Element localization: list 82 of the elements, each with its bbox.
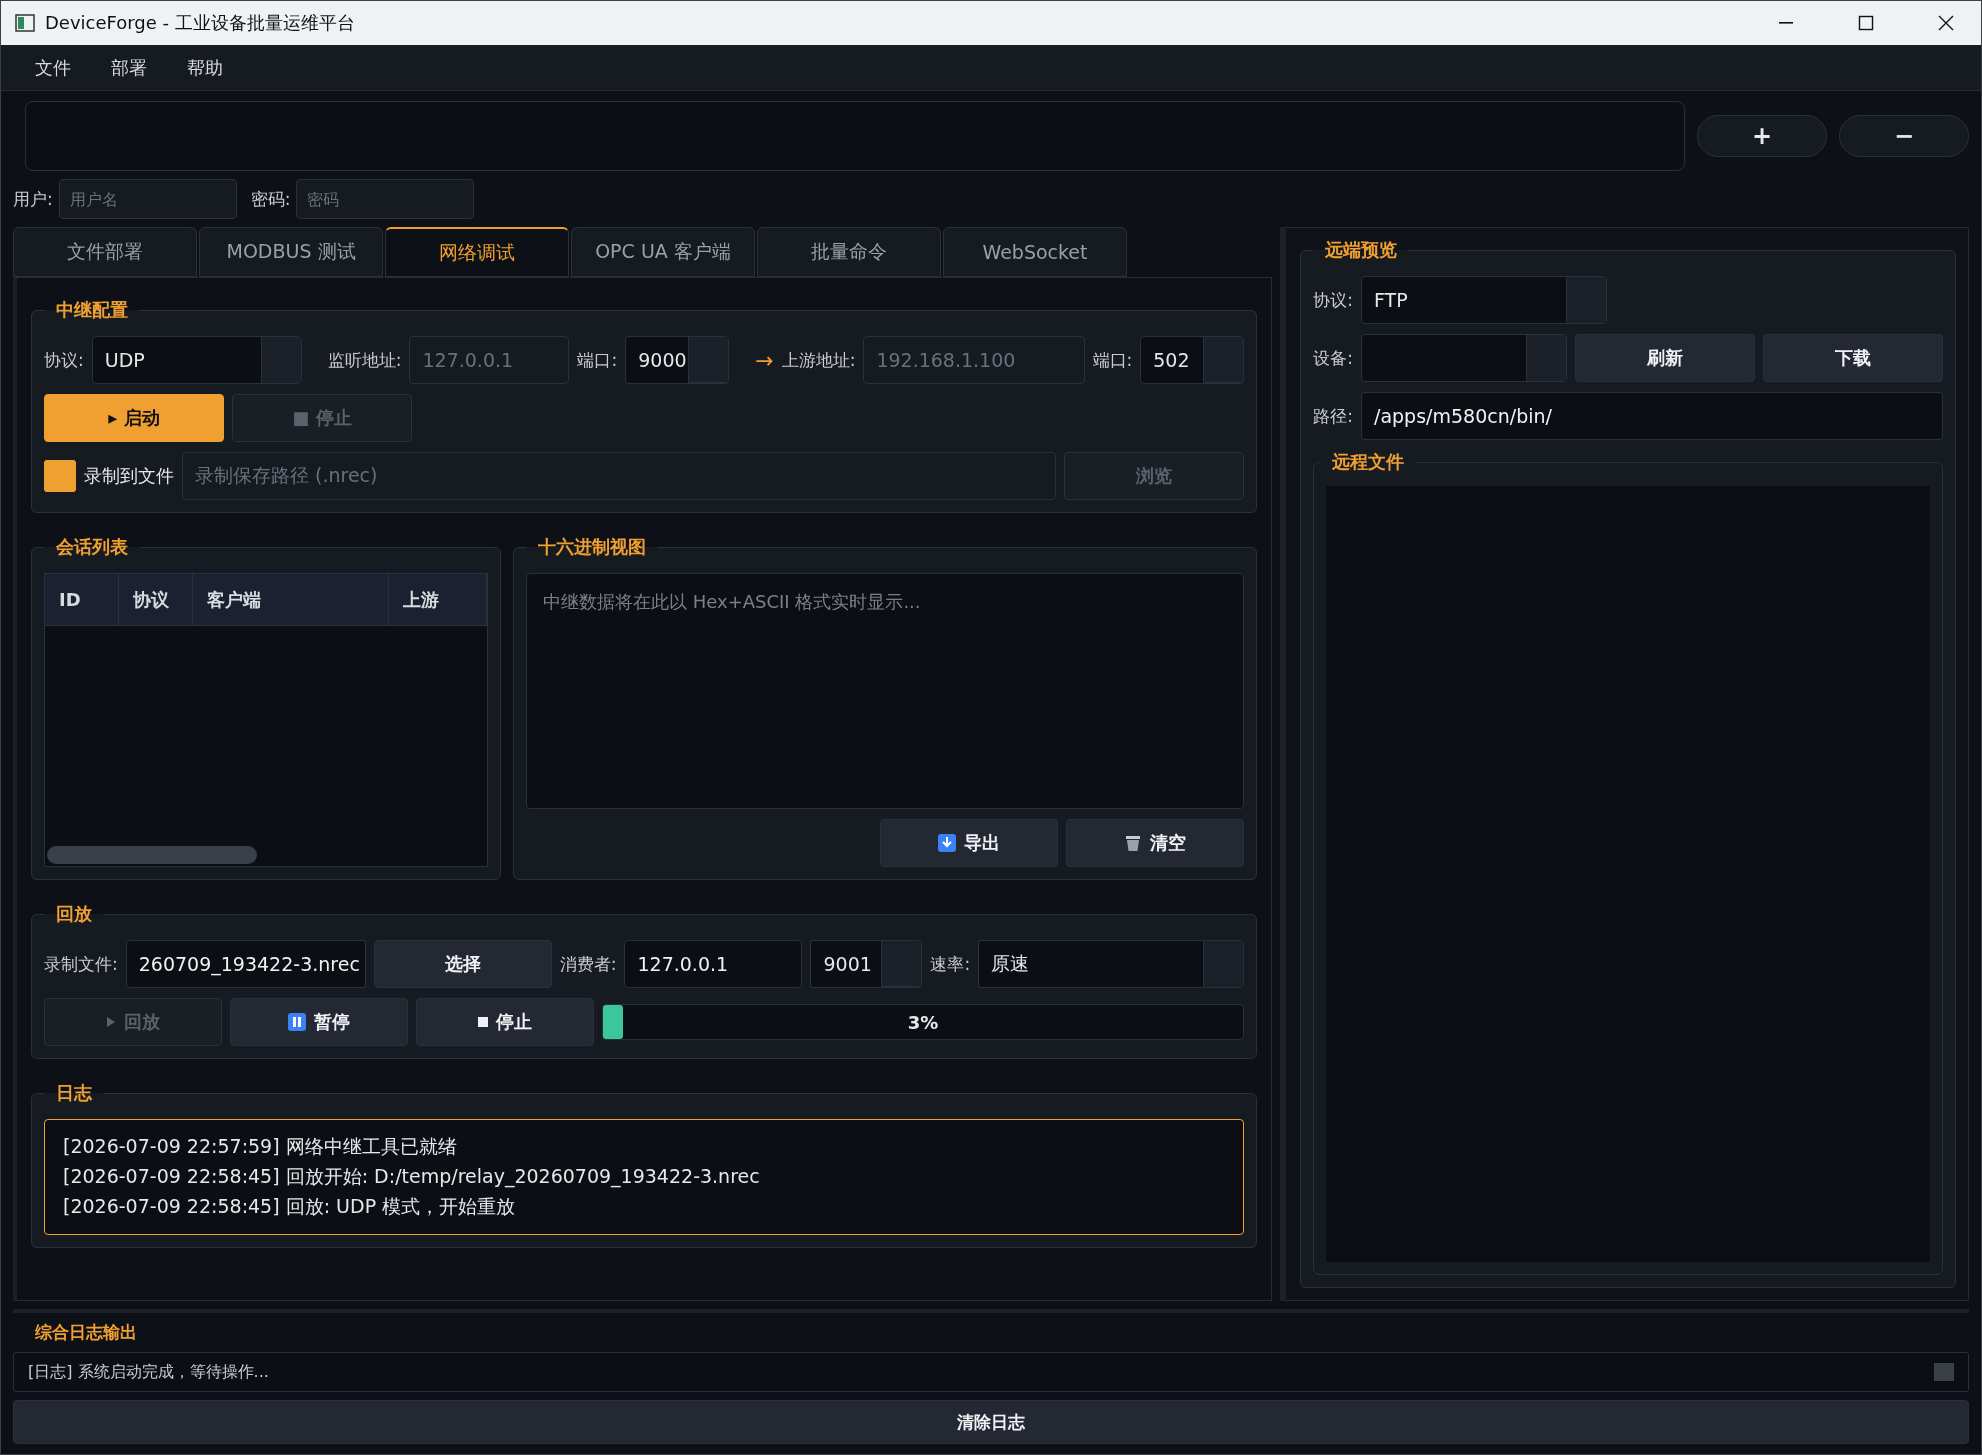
address-field[interactable]: 192.168.1.100 xyxy=(863,336,1085,384)
field-label: 协议: xyxy=(1313,288,1353,312)
stop-icon xyxy=(478,1017,488,1027)
group-title: 会话列表 xyxy=(55,535,129,559)
group-title: 回放 xyxy=(55,902,93,926)
field-label: 端口: xyxy=(577,348,618,372)
field-label: 录制文件: xyxy=(44,952,118,976)
protocol-dropdown[interactable]: FTP xyxy=(1361,276,1607,324)
field-label: 监听地址: xyxy=(327,348,402,372)
log-line: [2026-07-09 22:57:59] 网络中继工具已就绪 xyxy=(63,1134,458,1159)
port-spinbox[interactable]: 9000 xyxy=(625,336,730,384)
tab[interactable]: 文件部署 xyxy=(13,227,197,277)
maximize-icon xyxy=(1858,15,1874,31)
tab[interactable]: WebSocket xyxy=(943,227,1127,277)
username-field[interactable]: 用户名 xyxy=(58,179,237,219)
group-title: 中继配置 xyxy=(55,298,129,322)
group-title: 日志 xyxy=(55,1081,93,1105)
port-spinbox[interactable]: 502 xyxy=(1140,336,1245,384)
column-header[interactable]: 协议 xyxy=(119,574,193,625)
field-label: 路径: xyxy=(1313,404,1353,428)
choose-button[interactable]: 选择 xyxy=(373,940,552,988)
checkbox[interactable] xyxy=(44,460,76,492)
field-label: 用户: xyxy=(13,187,53,211)
start-button[interactable]: ▸ 启动 xyxy=(44,394,224,442)
field-label: 速率: xyxy=(930,952,971,976)
close-icon xyxy=(1938,15,1954,31)
add-button[interactable]: + xyxy=(1697,115,1827,157)
refresh-button[interactable]: 刷新 xyxy=(1575,334,1755,382)
field-label: 上游地址: xyxy=(781,348,856,372)
download-icon xyxy=(938,834,957,852)
clear-button[interactable]: 清空 xyxy=(1066,819,1245,867)
tab[interactable]: 批量命令 xyxy=(757,227,941,277)
download-button[interactable]: 下载 xyxy=(1763,334,1943,382)
minimize-icon xyxy=(1778,22,1794,24)
section-title: 综合日志输出 xyxy=(34,1321,138,1344)
log-line: [2026-07-09 22:58:45] 回放: UDP 模式，开始重放 xyxy=(63,1194,517,1219)
device-dropdown[interactable] xyxy=(1361,334,1567,382)
remove-button[interactable]: − xyxy=(1839,115,1969,157)
pause-icon xyxy=(288,1013,306,1031)
column-header[interactable]: 客户端 xyxy=(193,574,389,625)
menu-item[interactable]: 文件 xyxy=(21,55,97,80)
scrollbar[interactable] xyxy=(1934,1363,1954,1381)
log-line: [2026-07-09 22:58:45] 回放开始: D:/temp/relay_20260709_193422-3.nrec xyxy=(63,1164,761,1190)
column-header[interactable]: ID xyxy=(45,574,119,625)
trash-icon xyxy=(1124,834,1143,852)
address-field[interactable]: 127.0.0.1 xyxy=(624,940,803,988)
hex-text-area[interactable]: 中继数据将在此以 Hex+ASCII 格式实时显示... xyxy=(526,573,1245,809)
field-label: 协议: xyxy=(44,348,84,372)
tab[interactable]: MODBUS 测试 xyxy=(199,227,383,277)
pause-button[interactable]: 暂停 xyxy=(230,998,408,1046)
stop-button[interactable]: 停止 xyxy=(416,998,594,1046)
checkbox-label: 录制到文件 xyxy=(84,464,174,488)
export-button[interactable]: 导出 xyxy=(880,819,1059,867)
log-line: [日志] 系统启动完成，等待操作... xyxy=(28,1361,269,1383)
scrollbar[interactable] xyxy=(47,846,257,864)
field-label: 密码: xyxy=(250,187,291,211)
field-label: 消费者: xyxy=(559,952,617,976)
window-title: DeviceForge - 工业设备批量运维平台 xyxy=(45,11,356,35)
menu-item[interactable]: 部署 xyxy=(97,55,173,80)
progress-reading: 3% xyxy=(907,1011,939,1033)
group-title: 远程文件 xyxy=(1331,450,1406,474)
tab[interactable]: 网络调试 xyxy=(385,227,569,277)
port-spinbox[interactable]: 9001 xyxy=(810,940,923,988)
rate-dropdown[interactable]: 原速 xyxy=(978,940,1245,988)
address-field[interactable]: 127.0.0.1 xyxy=(409,336,570,384)
file-field[interactable]: 260709_193422-3.nrec xyxy=(125,940,366,988)
group-title: 十六进制视图 xyxy=(537,535,647,559)
clear-log-button[interactable]: 清除日志 xyxy=(13,1400,1969,1444)
app-icon xyxy=(15,14,35,32)
input-field[interactable] xyxy=(25,101,1685,171)
field-label: 设备: xyxy=(1313,346,1353,370)
menu-item[interactable]: 帮助 xyxy=(173,55,249,80)
tab[interactable]: OPC UA 客户端 xyxy=(571,227,755,277)
password-field[interactable]: 密码 xyxy=(296,179,475,219)
path-field[interactable]: 录制保存路径 (.nrec) xyxy=(182,452,1057,500)
group-title: 远端预览 xyxy=(1324,238,1399,262)
field-label: 端口: xyxy=(1092,348,1133,372)
play-icon xyxy=(106,1016,116,1028)
column-header[interactable]: 上游 xyxy=(389,574,487,625)
path-field[interactable]: /apps/m580cn/bin/ xyxy=(1361,392,1943,440)
arrow-icon: → xyxy=(755,347,774,373)
protocol-dropdown[interactable]: UDP xyxy=(91,336,302,384)
